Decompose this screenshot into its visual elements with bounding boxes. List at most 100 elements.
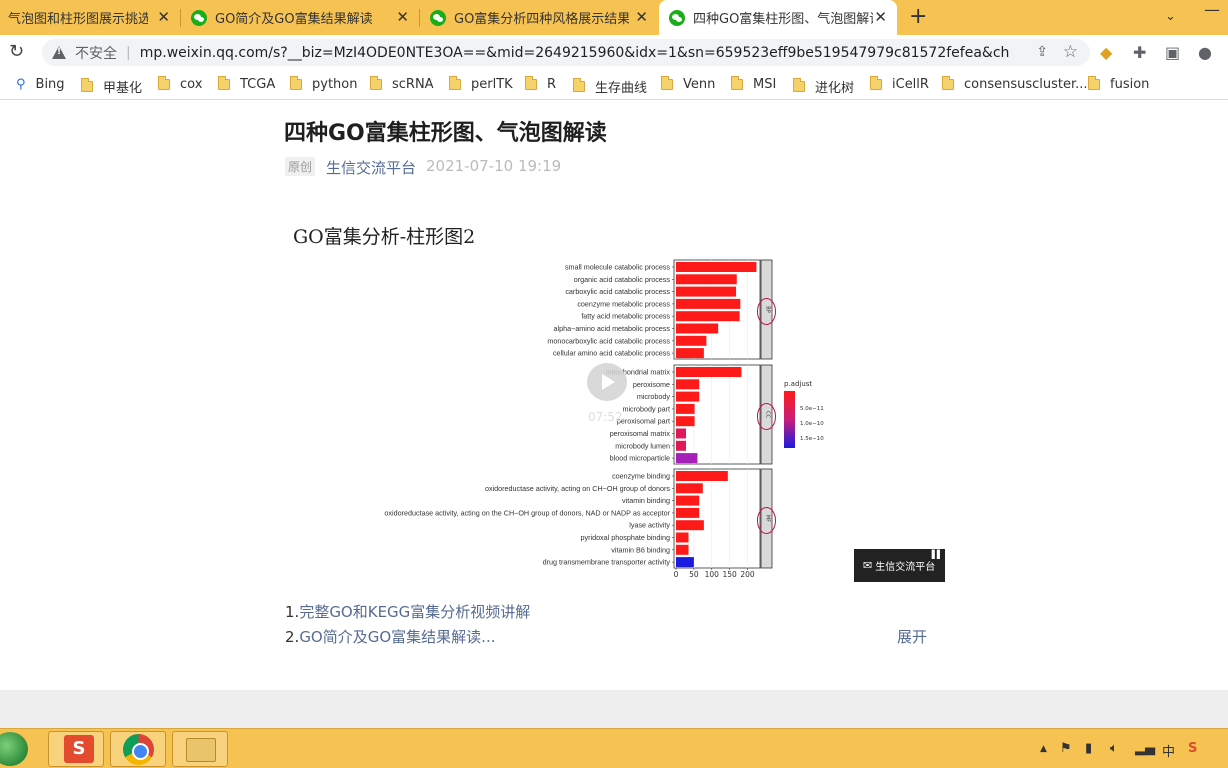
- warning-icon[interactable]: [52, 46, 66, 59]
- tab-title: 气泡图和柱形图展示挑选的: [8, 12, 148, 27]
- bookmark-folder[interactable]: perlTK: [449, 76, 513, 92]
- tab-bubble-bar[interactable]: 气泡图和柱形图展示挑选的 ✕: [0, 0, 180, 35]
- sogou-tray-icon[interactable]: S: [1188, 741, 1197, 756]
- category-label: organic acid catabolic process: [574, 275, 671, 284]
- bookmark-label: Venn: [683, 77, 716, 92]
- tab-title: 四种GO富集柱形图、气泡图解读: [693, 12, 873, 27]
- watermark-label: 生信交流平台: [875, 562, 936, 573]
- bookmark-folder[interactable]: 甲基化: [81, 77, 142, 96]
- article-title: 四种GO富集柱形图、气泡图解读: [284, 121, 607, 146]
- reload-icon[interactable]: ↻: [9, 41, 24, 62]
- bar: [676, 507, 700, 518]
- start-icon[interactable]: [0, 732, 28, 766]
- bookmark-folder[interactable]: TCGA: [218, 76, 275, 92]
- bookmark-folder[interactable]: 进化树: [793, 77, 854, 96]
- video-play-button[interactable]: [587, 363, 627, 401]
- new-tab-button[interactable]: +: [909, 5, 927, 29]
- category-label: alpha−amino acid metabolic process: [554, 324, 671, 333]
- pause-icon[interactable]: ▌▌: [932, 550, 943, 559]
- bookmark-folder[interactable]: python: [290, 76, 357, 92]
- category-label: oxidoreductase activity, acting on CH−OH…: [485, 484, 670, 493]
- bookmark-folder[interactable]: iCellR: [870, 76, 929, 92]
- category-label: lyase activity: [629, 521, 670, 530]
- bookmark-folder[interactable]: scRNA: [370, 76, 434, 92]
- tray-device-icon[interactable]: ▮: [1085, 741, 1092, 756]
- tray-expand-icon[interactable]: ▲: [1040, 744, 1047, 754]
- network-icon[interactable]: ▂▄: [1135, 741, 1155, 756]
- tab-title: GO简介及GO富集结果解读: [215, 12, 373, 27]
- folder-icon: [290, 76, 302, 90]
- folder-icon: [573, 78, 585, 92]
- bookmark-folder[interactable]: 生存曲线: [573, 77, 647, 96]
- side-panel-icon[interactable]: ▣: [1165, 43, 1180, 62]
- bookmark-folder[interactable]: R: [525, 76, 556, 92]
- volume-icon[interactable]: 🔈︎: [1110, 741, 1118, 756]
- bar: [676, 262, 757, 272]
- bar: [676, 274, 737, 285]
- category-label: small molecule catabolic process: [565, 263, 670, 272]
- search-icon: ⚲: [16, 77, 26, 92]
- category-label: cellular amino acid catabolic process: [553, 349, 670, 358]
- bookmark-folder[interactable]: Venn: [661, 76, 716, 92]
- bookmark-star-icon[interactable]: ☆: [1063, 42, 1078, 62]
- profile-icon[interactable]: ●: [1198, 43, 1212, 62]
- taskbar-sogou[interactable]: S: [48, 731, 104, 767]
- bar: [676, 428, 687, 439]
- bar: [676, 403, 695, 414]
- insecure-label[interactable]: 不安全: [75, 43, 117, 63]
- link-text[interactable]: 完整GO和KEGG富集分析视频讲解: [299, 603, 530, 621]
- taskbar-chrome[interactable]: [110, 731, 166, 767]
- extension-icon[interactable]: ◆: [1100, 43, 1112, 62]
- folder-icon: [793, 78, 805, 92]
- expand-button[interactable]: 展开: [897, 626, 927, 647]
- tab-title: GO富集分析四种风格展示结果—: [454, 12, 629, 27]
- folder-icon: [158, 76, 170, 90]
- bookmark-label: 进化树: [815, 81, 855, 96]
- related-link-1[interactable]: 1.完整GO和KEGG富集分析视频讲解: [285, 601, 530, 622]
- close-icon[interactable]: ✕: [157, 9, 170, 25]
- close-icon[interactable]: ✕: [874, 9, 887, 25]
- minimize-button[interactable]: —: [1196, 0, 1228, 20]
- url-text[interactable]: mp.weixin.qq.com/s?__biz=MzI4ODE0NTE3OA=…: [140, 45, 1010, 61]
- legend-label: 1.5e−10: [800, 436, 824, 442]
- bookmark-bing[interactable]: ⚲ Bing: [16, 77, 65, 92]
- bar: [676, 483, 703, 494]
- bookmark-folder[interactable]: cox: [158, 76, 202, 92]
- x-tick-label: 50: [689, 570, 699, 579]
- taskbar-explorer[interactable]: [172, 731, 228, 767]
- category-label: drug transmembrane transporter activity: [543, 558, 671, 567]
- share-icon[interactable]: ⇪: [1036, 44, 1048, 60]
- folder-icon: [870, 76, 882, 90]
- tray-flag-icon[interactable]: ⚑: [1060, 741, 1072, 756]
- link-text[interactable]: GO简介及GO富集结果解读...: [299, 628, 495, 646]
- bookmark-folder[interactable]: fusion: [1088, 76, 1149, 92]
- bookmark-label: MSI: [753, 77, 777, 92]
- x-tick-label: 100: [705, 570, 720, 579]
- folder-icon: [661, 76, 673, 90]
- bar: [676, 471, 728, 481]
- bookmark-folder[interactable]: MSI: [731, 76, 777, 92]
- close-icon[interactable]: ✕: [396, 9, 409, 25]
- bookmark-folder[interactable]: consensuscluster...: [942, 76, 1088, 92]
- video-watermark: ✉ 生信交流平台 ▌▌: [854, 549, 945, 582]
- tab-go-four-styles[interactable]: GO富集分析四种风格展示结果— ✕: [420, 0, 658, 35]
- tab-go-intro[interactable]: GO简介及GO富集结果解读 ✕: [181, 0, 419, 35]
- tab-go-bar-bubble[interactable]: 四种GO富集柱形图、气泡图解读 ✕: [659, 0, 897, 35]
- folder-icon: [370, 76, 382, 90]
- category-label: oxidoreductase activity, acting on the C…: [384, 508, 670, 517]
- close-icon[interactable]: ✕: [635, 9, 648, 25]
- category-label: peroxisomal matrix: [610, 429, 671, 438]
- page-footer-area: [0, 690, 1228, 728]
- bar: [676, 544, 689, 555]
- address-bar[interactable]: 不安全 | mp.weixin.qq.com/s?__biz=MzI4ODE0N…: [42, 39, 1090, 66]
- bookmark-label: iCellR: [892, 77, 929, 92]
- go-enrichment-bar-chart[interactable]: BP small molecule catabolic process organi…: [340, 254, 830, 582]
- ime-icon[interactable]: 中: [1162, 741, 1175, 760]
- x-tick-label: 0: [674, 570, 679, 579]
- author-link[interactable]: 生信交流平台: [326, 157, 416, 178]
- x-tick-label: 150: [722, 570, 737, 579]
- extensions-puzzle-icon[interactable]: ✚: [1133, 43, 1146, 62]
- tab-search-chevron-icon[interactable]: ⌄: [1165, 9, 1176, 24]
- related-link-2[interactable]: 2.GO简介及GO富集结果解读...: [285, 626, 495, 647]
- bar: [676, 348, 704, 359]
